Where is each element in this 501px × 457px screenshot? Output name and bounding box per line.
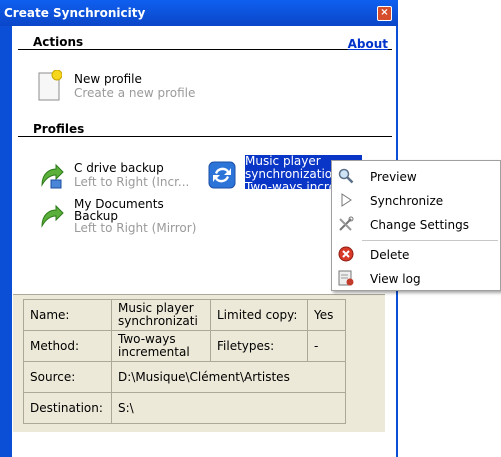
new-document-icon	[38, 70, 62, 101]
filetypes-label: Filetypes:	[210, 330, 308, 362]
profiles-header: Profiles	[18, 122, 392, 137]
source-label: Source:	[23, 361, 112, 393]
menu-item-view-log[interactable]: View log	[332, 267, 500, 291]
source-value: D:\Musique\Clément\Artistes	[111, 361, 346, 393]
two-way-sync-icon	[208, 161, 236, 189]
window-title: Create Synchronicity	[4, 6, 146, 20]
destination-value: S:\	[111, 392, 346, 424]
name-label: Name:	[23, 299, 112, 331]
close-button[interactable]: ×	[377, 6, 392, 21]
new-profile-action[interactable]: New profile Create a new profile	[38, 70, 238, 102]
log-icon	[338, 270, 354, 286]
backup-arrow-icon	[41, 163, 64, 189]
destination-label: Destination:	[23, 392, 112, 424]
profile-info-panel: Name: Music player synchronizati Limited…	[13, 294, 385, 432]
menu-item-label: Preview	[370, 170, 417, 184]
profile-subtitle: Left to Right (Mirror)	[74, 221, 197, 235]
limited-copy-label: Limited copy:	[210, 299, 308, 331]
actions-header-label: Actions	[33, 35, 84, 49]
profiles-header-label: Profiles	[33, 122, 85, 136]
menu-item-preview[interactable]: Preview	[332, 165, 500, 189]
profile-my-documents-backup[interactable]: My Documents Backup Left to Right (Mirro…	[38, 198, 218, 242]
profile-info-table: Name: Music player synchronizati Limited…	[23, 299, 346, 424]
limited-copy-value: Yes	[307, 299, 346, 331]
menu-item-label: Synchronize	[370, 194, 444, 208]
method-label: Method:	[23, 330, 112, 362]
new-profile-subtitle: Create a new profile	[74, 86, 196, 100]
mirror-arrow-icon	[41, 204, 64, 228]
title-bar[interactable]: Create Synchronicity ×	[0, 0, 398, 26]
profile-title: C drive backup	[74, 161, 164, 175]
context-menu: Preview Synchronize Change Settings Dele…	[331, 160, 501, 291]
menu-separator	[362, 240, 498, 241]
method-value: Two-ways incremental	[111, 330, 211, 362]
menu-item-delete[interactable]: Delete	[332, 243, 500, 267]
profile-c-drive-backup[interactable]: C drive backup Left to Right (Incr...	[38, 159, 208, 191]
delete-icon	[338, 246, 354, 262]
actions-header: Actions About	[18, 35, 392, 51]
name-value-line2: synchronizati	[118, 314, 198, 328]
new-profile-title: New profile	[74, 72, 142, 86]
method-value-line2: incremental	[118, 345, 190, 359]
profile-subtitle: Left to Right (Incr...	[74, 175, 190, 189]
play-icon	[341, 193, 352, 207]
magnifier-icon	[338, 168, 354, 184]
name-value: Music player synchronizati	[111, 299, 211, 331]
menu-item-label: View log	[370, 272, 421, 286]
menu-item-label: Delete	[370, 248, 410, 262]
tools-icon	[339, 216, 354, 231]
menu-item-change-settings[interactable]: Change Settings	[332, 213, 500, 237]
menu-item-label: Change Settings	[370, 218, 469, 232]
menu-item-synchronize[interactable]: Synchronize	[332, 189, 500, 213]
about-link[interactable]: About	[348, 37, 388, 51]
filetypes-value: -	[307, 330, 346, 362]
